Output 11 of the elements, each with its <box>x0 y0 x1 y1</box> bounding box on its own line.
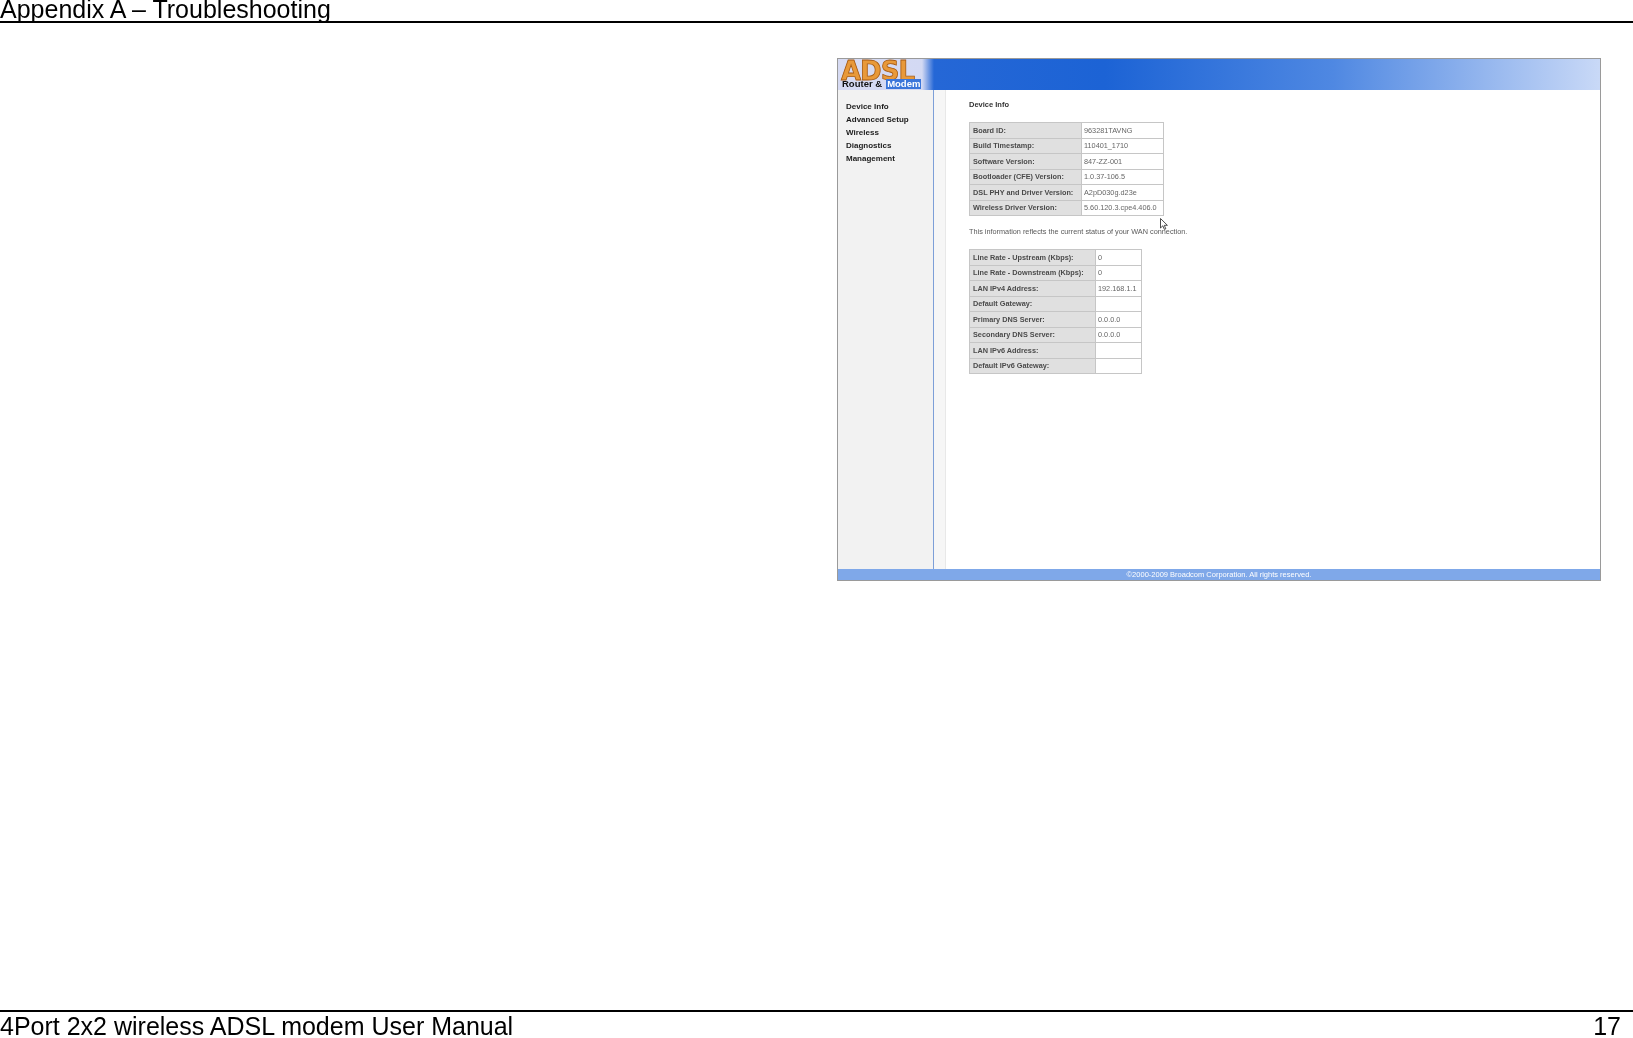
page-header-title: Appendix A – Troubleshooting <box>0 0 331 21</box>
sidebar-link[interactable]: Advanced Setup <box>846 113 909 126</box>
sidebar-link[interactable]: Management <box>846 152 895 165</box>
page-number: 17 <box>1593 1015 1621 1038</box>
logo-text: Modem <box>886 79 922 89</box>
sidebar-link[interactable]: Device Info <box>846 100 889 113</box>
manual-title: 4Port 2x2 wireless ADSL modem User Manual <box>0 1015 514 1038</box>
mouse-pointer-icon <box>1160 218 1168 230</box>
sidebar-link[interactable]: Diagnostics <box>846 139 892 152</box>
logo-text: Router & <box>842 79 883 89</box>
sidebar-link[interactable]: Wireless <box>846 126 879 139</box>
